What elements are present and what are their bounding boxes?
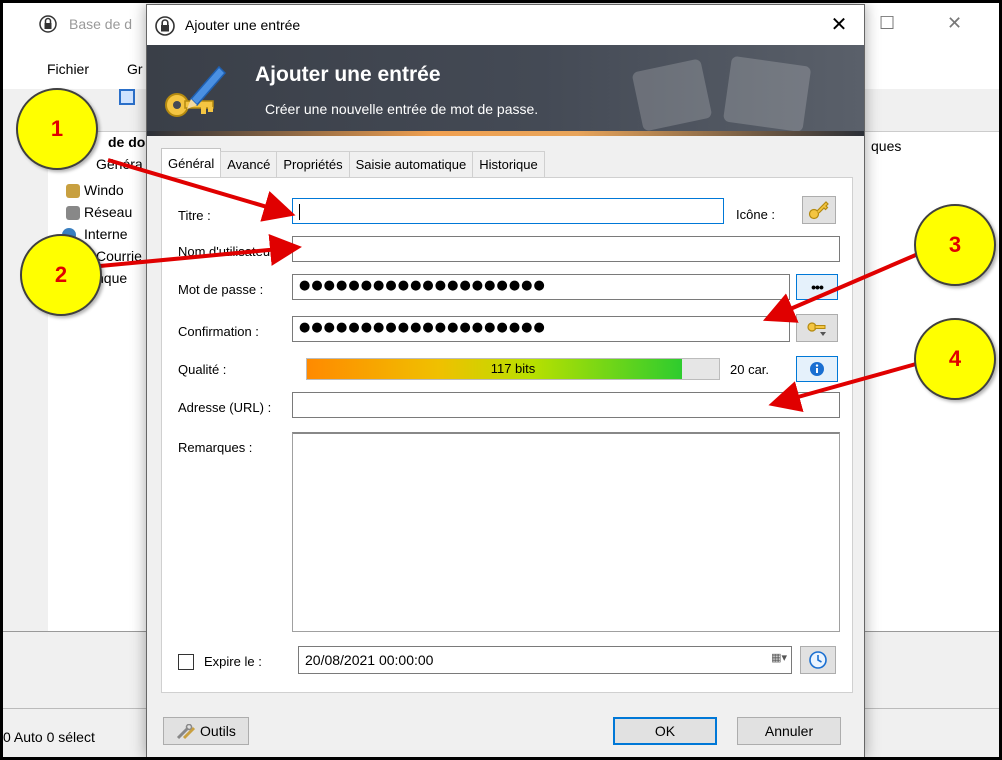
arrow-2: [99, 233, 302, 268]
callout-1: 1: [16, 88, 98, 170]
callout-3: 3: [914, 204, 996, 286]
callout-4: 4: [914, 318, 996, 400]
annotation-arrows: [99, 158, 919, 413]
arrow-3: [762, 252, 919, 323]
callout-2: 2: [20, 234, 102, 316]
arrow-4: [768, 362, 917, 413]
arrow-1: [107, 158, 296, 222]
